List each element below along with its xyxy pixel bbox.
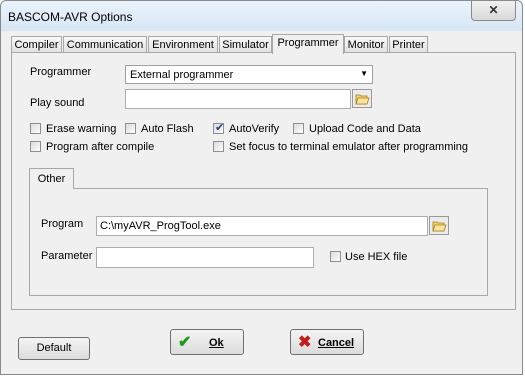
options-window: BASCOM-AVR Options ✕ Compiler Communicat…: [0, 0, 523, 375]
default-button[interactable]: Default: [18, 337, 90, 360]
parameter-input[interactable]: [96, 247, 314, 268]
checkmark-icon: ✔: [178, 334, 192, 351]
use-hex-checkbox[interactable]: [330, 251, 341, 262]
program-label: Program: [41, 218, 84, 230]
upload-code-label: Upload Code and Data: [309, 123, 421, 135]
program-browse-button[interactable]: [429, 216, 449, 235]
close-button[interactable]: ✕: [471, 1, 516, 21]
tab-other[interactable]: Other: [29, 168, 74, 189]
cancel-label: Cancel: [318, 337, 355, 349]
tab-monitor[interactable]: Monitor: [344, 36, 388, 52]
tab-environment[interactable]: Environment: [148, 36, 218, 52]
tab-programmer[interactable]: Programmer: [272, 34, 344, 54]
autoverify-label: AutoVerify: [229, 123, 280, 135]
auto-flash-checkbox[interactable]: [125, 123, 136, 134]
x-icon: ✖: [298, 334, 312, 351]
upload-code-checkbox[interactable]: [293, 123, 304, 134]
program-path-input[interactable]: C:\myAVR_ProgTool.exe: [96, 216, 428, 236]
play-sound-input[interactable]: [125, 89, 351, 109]
dropdown-arrow-icon[interactable]: ▼: [360, 69, 368, 78]
set-focus-label: Set focus to terminal emulator after pro…: [229, 141, 469, 153]
folder-open-icon: [429, 216, 449, 235]
programmer-select[interactable]: External programmer ▼: [125, 65, 373, 84]
other-groupbox: [29, 188, 488, 296]
programmer-label: Programmer: [30, 66, 92, 78]
parameter-label: Parameter: [41, 250, 93, 262]
program-after-compile-checkbox[interactable]: [30, 141, 41, 152]
checkmark-icon: ✔: [215, 122, 225, 134]
program-after-compile-label: Program after compile: [46, 141, 155, 153]
ok-button[interactable]: ✔ Ok: [170, 329, 244, 355]
title-bar[interactable]: BASCOM-AVR Options ✕: [1, 1, 522, 31]
play-sound-label: Play sound: [30, 97, 85, 109]
tab-simulator[interactable]: Simulator: [219, 36, 272, 52]
autoverify-checkbox[interactable]: ✔: [213, 122, 225, 134]
tab-communication[interactable]: Communication: [63, 36, 147, 52]
tab-printer[interactable]: Printer: [389, 36, 428, 52]
window-title: BASCOM-AVR Options: [8, 10, 133, 24]
set-focus-checkbox[interactable]: [213, 141, 224, 152]
ok-label: Ok: [209, 337, 224, 349]
close-icon: ✕: [488, 3, 499, 17]
play-sound-browse-button[interactable]: [352, 89, 372, 108]
erase-warning-checkbox[interactable]: [30, 123, 41, 134]
erase-warning-label: Erase warning: [46, 123, 117, 135]
folder-open-icon: [352, 89, 372, 108]
cancel-button[interactable]: ✖ Cancel: [290, 329, 364, 355]
tab-compiler[interactable]: Compiler: [11, 36, 62, 52]
programmer-select-value: External programmer: [130, 69, 234, 81]
auto-flash-label: Auto Flash: [141, 123, 194, 135]
use-hex-label: Use HEX file: [345, 251, 408, 263]
program-path-value: C:\myAVR_ProgTool.exe: [100, 220, 221, 232]
